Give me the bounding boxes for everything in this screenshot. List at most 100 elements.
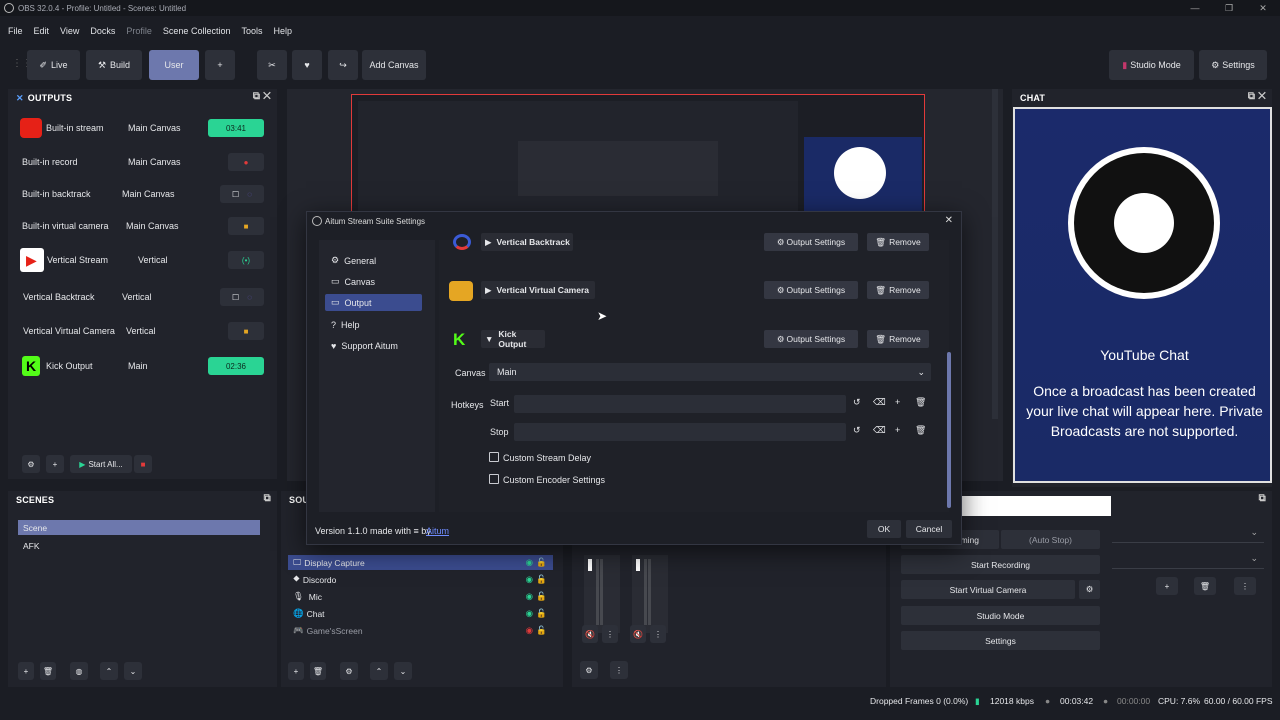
start-recording-button[interactable]: Start Recording — [901, 555, 1100, 574]
dropdown[interactable]: ⌄ — [1112, 527, 1264, 543]
revert-icon[interactable]: ↺ — [853, 425, 861, 436]
settings-button[interactable]: ⚙ Settings — [1199, 50, 1267, 80]
menu-profile[interactable]: Profile — [126, 26, 152, 36]
close-icon[interactable]: ✕ — [945, 215, 953, 226]
menu-file[interactable]: File — [8, 26, 23, 36]
source-settings-button[interactable]: ⚙ — [340, 662, 358, 680]
move-up-button[interactable]: ⌃ — [100, 662, 118, 680]
add-source-button[interactable]: + — [288, 662, 304, 680]
add-canvas-button[interactable]: Add Canvas — [362, 50, 426, 80]
panel-controls[interactable]: ⧉ ✕ — [1248, 91, 1266, 102]
backtrack-button[interactable]: ☐ ◌ — [220, 185, 264, 203]
close-icon[interactable]: ✕ — [1246, 0, 1280, 16]
canvas-select[interactable]: Main ⌄ — [489, 363, 931, 381]
nav-canvas[interactable]: ▭ Canvas — [325, 273, 422, 290]
add-hotkey-icon[interactable]: + — [895, 425, 900, 435]
cancel-button[interactable]: Cancel — [906, 520, 952, 538]
source-item[interactable]: 🎙 Mic ◉ 🔓 — [288, 589, 553, 604]
menu-icon[interactable]: ⋮ — [650, 625, 666, 643]
lock-icon[interactable]: 🔓 — [536, 574, 547, 585]
stop-stream-button[interactable]: 03:41 — [208, 119, 264, 137]
add-output-button[interactable]: + — [46, 455, 64, 473]
auto-stop-button[interactable]: (Auto Stop) — [1001, 530, 1100, 549]
record-button[interactable]: ● — [228, 153, 264, 171]
stream-button[interactable]: (•) — [228, 251, 264, 269]
lock-icon[interactable]: 🔓 — [536, 591, 547, 602]
favorite-button[interactable]: ♥ — [292, 50, 322, 80]
remove-button[interactable]: 🗑 Remove — [867, 281, 929, 299]
lock-icon[interactable]: 🔓 — [536, 625, 547, 636]
ok-button[interactable]: OK — [867, 520, 901, 538]
virtual-camera-button[interactable]: ■ — [228, 217, 264, 235]
preview-scrollbar[interactable] — [992, 89, 998, 419]
scene-item[interactable]: AFK — [18, 538, 260, 553]
studio-mode-button[interactable]: ▮ Studio Mode — [1109, 50, 1194, 80]
eye-closed-icon[interactable]: ◉ — [526, 625, 533, 636]
start-virtual-camera-button[interactable]: Start Virtual Camera — [901, 580, 1075, 599]
aitum-link[interactable]: Aitum — [426, 526, 449, 536]
vertical-backtrack-toggle[interactable]: ▶ Vertical Backtrack — [481, 233, 573, 251]
delete-button[interactable]: 🗑 — [1194, 577, 1216, 595]
trash-icon[interactable]: 🗑 — [915, 397, 926, 408]
custom-encoder-checkbox[interactable] — [489, 474, 499, 484]
panel-controls[interactable]: ⧉ — [264, 493, 271, 504]
source-item[interactable]: 🌐 Chat ◉ 🔓 — [288, 606, 553, 621]
mute-icon[interactable]: 🔇 — [630, 625, 646, 643]
add-button[interactable]: + — [1156, 577, 1178, 595]
add-scene-button[interactable]: + — [18, 662, 34, 680]
revert-icon[interactable]: ↺ — [853, 397, 861, 408]
start-all-button[interactable]: ▶ Start All... — [70, 455, 132, 473]
start-hotkey-input[interactable] — [514, 395, 846, 413]
mixer-settings-button[interactable]: ⚙ — [580, 661, 598, 679]
eye-icon[interactable]: ◉ — [526, 591, 533, 602]
scene-item[interactable]: Scene — [18, 520, 260, 535]
menu-docks[interactable]: Docks — [90, 26, 115, 36]
outputs-settings-button[interactable]: ⚙ — [22, 455, 40, 473]
virtual-camera-button[interactable]: ■ — [228, 322, 264, 340]
output-settings-button[interactable]: ⚙ Output Settings — [764, 233, 858, 251]
menu-help[interactable]: Help — [273, 26, 292, 36]
output-settings-button[interactable]: ⚙ Output Settings — [764, 281, 858, 299]
stop-hotkey-input[interactable] — [514, 423, 846, 441]
move-up-button[interactable]: ⌃ — [370, 662, 388, 680]
add-mode-button[interactable]: + — [205, 50, 235, 80]
build-button[interactable]: ⚒ Build — [86, 50, 142, 80]
vertical-virtual-camera-toggle[interactable]: ▶ Vertical Virtual Camera — [481, 281, 595, 299]
studio-mode-control-button[interactable]: Studio Mode — [901, 606, 1100, 625]
source-item[interactable]: ⯁ Discordo ◉ 🔓 — [288, 572, 553, 587]
settings-control-button[interactable]: Settings — [901, 631, 1100, 650]
maximize-icon[interactable]: ❐ — [1212, 0, 1246, 16]
menu-scene-collection[interactable]: Scene Collection — [163, 26, 231, 36]
panel-controls[interactable]: ⧉ — [1259, 493, 1266, 504]
more-button[interactable]: ⋮ — [1234, 577, 1256, 595]
remove-scene-button[interactable]: 🗑 — [40, 662, 56, 680]
source-item[interactable]: 🖵 Display Capture ◉ 🔓 — [288, 555, 553, 570]
menu-tools[interactable]: Tools — [241, 26, 262, 36]
live-button[interactable]: ✐ Live — [27, 50, 80, 80]
stop-kick-button[interactable]: 02:36 — [208, 357, 264, 375]
add-hotkey-icon[interactable]: + — [895, 397, 900, 407]
stop-all-button[interactable]: ■ — [134, 455, 152, 473]
source-item[interactable]: 🎮 Game'sScreen ◉ 🔓 — [288, 623, 553, 638]
minimize-icon[interactable]: — — [1178, 0, 1212, 16]
eye-icon[interactable]: ◉ — [526, 608, 533, 619]
panel-controls[interactable]: ⧉ ✕ — [253, 91, 271, 102]
output-settings-button[interactable]: ⚙ Output Settings — [764, 330, 858, 348]
kick-output-toggle[interactable]: ▼ Kick Output — [481, 329, 545, 349]
nav-output[interactable]: ▭ Output — [325, 294, 422, 311]
dropdown[interactable]: ⌄ — [1112, 553, 1264, 569]
eye-icon[interactable]: ◉ — [526, 574, 533, 585]
nav-support[interactable]: ♥ Support Aitum — [325, 337, 422, 354]
filter-button[interactable]: ◍ — [70, 662, 88, 680]
move-down-button[interactable]: ⌄ — [394, 662, 412, 680]
virtual-camera-settings-button[interactable]: ⚙ — [1079, 580, 1100, 599]
clear-icon[interactable]: ⌫ — [873, 397, 886, 408]
move-down-button[interactable]: ⌄ — [124, 662, 142, 680]
backtrack-button[interactable]: ☐ ◌ — [220, 288, 264, 306]
nav-help[interactable]: ? Help — [325, 316, 422, 333]
mute-icon[interactable]: 🔇 — [582, 625, 598, 643]
canvas-preview[interactable] — [351, 94, 925, 219]
menu-edit[interactable]: Edit — [34, 26, 50, 36]
eye-icon[interactable]: ◉ — [526, 557, 533, 568]
tools-button[interactable]: ✂ — [257, 50, 287, 80]
